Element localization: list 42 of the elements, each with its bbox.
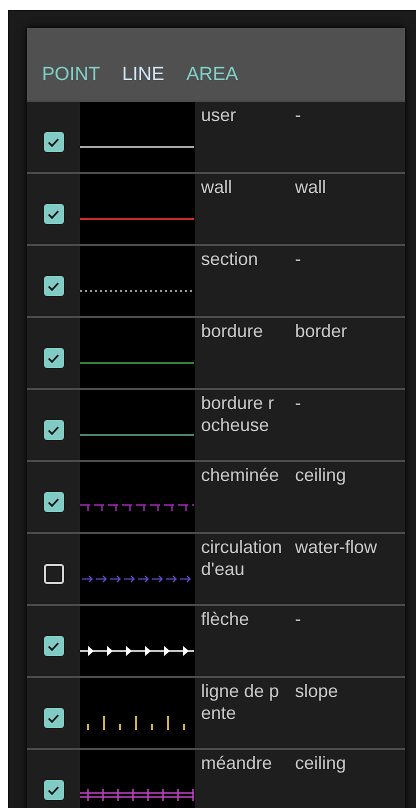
tab[interactable]: AREA bbox=[186, 64, 238, 86]
style-type: border bbox=[289, 318, 405, 388]
style-name: wall bbox=[195, 174, 289, 244]
style-name: flèche bbox=[195, 606, 289, 676]
checkbox[interactable] bbox=[44, 780, 64, 800]
checkbox[interactable] bbox=[44, 708, 64, 728]
checkbox[interactable] bbox=[44, 348, 64, 368]
style-name: circulation d'eau bbox=[195, 534, 289, 604]
style-name: bordure bbox=[195, 318, 289, 388]
style-name: cheminée bbox=[195, 462, 289, 532]
check-icon bbox=[48, 210, 59, 218]
checkbox[interactable] bbox=[44, 204, 64, 224]
style-name: user bbox=[195, 102, 289, 172]
style-type: ceiling bbox=[289, 462, 405, 532]
tab[interactable]: LINE bbox=[122, 64, 164, 86]
style-name: bordure rocheuse bbox=[195, 390, 289, 460]
style-type: - bbox=[289, 606, 405, 676]
check-icon bbox=[48, 714, 59, 722]
style-type: wall bbox=[289, 174, 405, 244]
style-name: méandre bbox=[195, 750, 289, 808]
style-type: ceiling bbox=[289, 750, 405, 808]
check-icon bbox=[48, 642, 59, 650]
style-name: ligne de pente bbox=[195, 678, 289, 748]
checkbox[interactable] bbox=[44, 132, 64, 152]
checkbox[interactable] bbox=[44, 420, 64, 440]
style-type: - bbox=[289, 246, 405, 316]
check-icon bbox=[48, 786, 59, 794]
check-icon bbox=[48, 498, 59, 506]
style-type: water-flow bbox=[289, 534, 405, 604]
checkbox[interactable] bbox=[44, 276, 64, 296]
checkbox[interactable] bbox=[44, 564, 64, 584]
checkbox[interactable] bbox=[44, 492, 64, 512]
check-icon bbox=[48, 354, 59, 362]
check-icon bbox=[48, 426, 59, 434]
check-icon bbox=[48, 138, 59, 146]
style-name: section bbox=[195, 246, 289, 316]
check-icon bbox=[48, 282, 59, 290]
tab[interactable]: POINT bbox=[42, 64, 100, 86]
checkbox[interactable] bbox=[44, 636, 64, 656]
style-type: - bbox=[289, 390, 405, 460]
style-type: slope bbox=[289, 678, 405, 748]
style-type: - bbox=[289, 102, 405, 172]
